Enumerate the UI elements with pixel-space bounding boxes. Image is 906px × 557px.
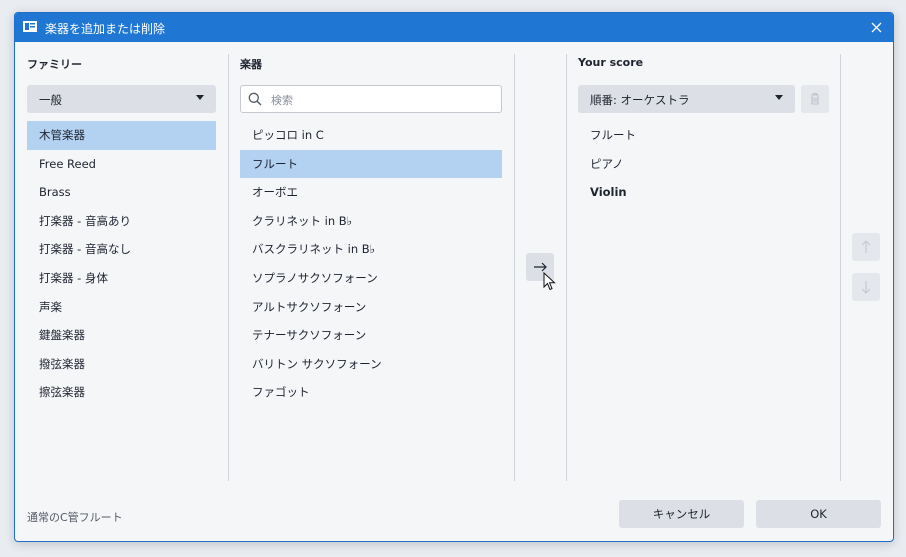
search-icon [248, 92, 262, 106]
delete-button[interactable] [801, 85, 829, 113]
chevron-down-icon [196, 95, 204, 100]
ok-button[interactable]: OK [756, 500, 881, 528]
score-list: フルート ピアノ Violin [578, 121, 795, 207]
instrument-list-item[interactable]: バリトン サクソフォーン [240, 350, 502, 379]
family-list-item[interactable]: 擦弦楽器 [27, 378, 216, 407]
family-list-item[interactable]: 木管楽器 [27, 121, 216, 150]
arrow-up-icon [861, 240, 871, 253]
family-list-item[interactable]: 打楽器 - 音高なし [27, 235, 216, 264]
title-bar: 楽器を追加または削除 [15, 13, 893, 42]
score-heading: Your score [578, 56, 644, 69]
family-list: 木管楽器 Free Reed Brass 打楽器 - 音高あり 打楽器 - 音高なし 打楽… [27, 121, 216, 407]
score-list-item[interactable]: ピアノ [578, 150, 795, 179]
instrument-description: 通常のC管フルート [27, 511, 123, 524]
instrument-list-item[interactable]: アルトサクソフォーン [240, 293, 502, 322]
family-list-item[interactable]: 打楽器 - 音高あり [27, 207, 216, 236]
family-heading: ファミリー [27, 58, 82, 71]
instrument-list-item[interactable]: クラリネット in B♭ [240, 207, 502, 236]
family-list-item[interactable]: Free Reed [27, 150, 216, 179]
column-divider [840, 54, 841, 481]
column-divider [566, 54, 567, 481]
instrument-list-item[interactable]: テナーサクソフォーン [240, 321, 502, 350]
mouse-cursor-icon [543, 272, 556, 291]
chevron-down-icon [775, 95, 783, 100]
cancel-button[interactable]: キャンセル [619, 500, 744, 528]
add-remove-instruments-dialog: 楽器を追加または削除 ファミリー 一般 木管楽器 Free Reed Brass 打楽… [14, 12, 894, 542]
family-dropdown-value: 一般 [39, 93, 62, 107]
instrument-list-item[interactable]: フルート [240, 149, 502, 179]
instrument-list-item[interactable]: バスクラリネット in B♭ [240, 235, 502, 264]
order-dropdown[interactable]: 順番: オーケストラ [578, 85, 795, 113]
family-list-item[interactable]: 鍵盤楽器 [27, 321, 216, 350]
trash-icon [811, 92, 819, 105]
column-divider [228, 54, 229, 481]
instrument-list-item[interactable]: オーボエ [240, 178, 502, 207]
move-down-button[interactable] [852, 273, 880, 301]
family-list-item[interactable]: 声楽 [27, 293, 216, 322]
instrument-list-item[interactable]: ピッコロ in C [240, 121, 502, 150]
close-button[interactable] [859, 13, 893, 42]
instrument-list-item[interactable]: ソプラノサクソフォーン [240, 264, 502, 293]
instrument-list: ピッコロ in C フルート オーボエ クラリネット in B♭ バスクラリネット in… [240, 121, 502, 407]
order-dropdown-value: 順番: オーケストラ [590, 93, 690, 107]
score-list-item[interactable]: フルート [578, 121, 795, 150]
column-divider [514, 54, 515, 481]
family-list-item[interactable]: 撥弦楽器 [27, 350, 216, 379]
family-dropdown[interactable]: 一般 [27, 85, 216, 113]
instrument-list-item[interactable]: ファゴット [240, 378, 502, 407]
arrow-down-icon [861, 281, 871, 294]
window-title: 楽器を追加または削除 [45, 22, 166, 36]
score-list-item[interactable]: Violin [578, 178, 795, 207]
close-icon [871, 22, 881, 33]
search-input[interactable] [269, 89, 498, 111]
move-up-button[interactable] [852, 233, 880, 261]
app-icon [23, 21, 37, 32]
instruments-heading: 楽器 [240, 58, 262, 71]
search-box[interactable] [240, 85, 502, 113]
family-list-item[interactable]: Brass [27, 178, 216, 207]
family-list-item[interactable]: 打楽器 - 身体 [27, 264, 216, 293]
